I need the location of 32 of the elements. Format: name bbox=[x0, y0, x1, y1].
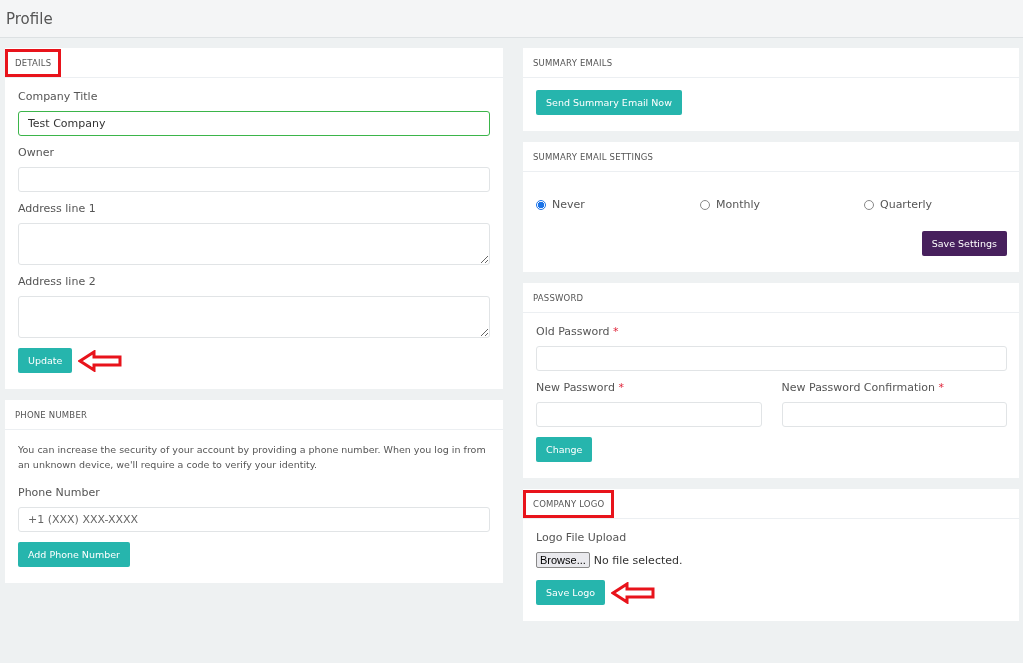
radio-button[interactable] bbox=[536, 199, 546, 210]
radio-label[interactable]: Never bbox=[552, 198, 585, 211]
field-label: Address line 2 bbox=[18, 275, 97, 288]
field-label: Logo File Upload bbox=[536, 531, 628, 544]
input-field[interactable]: Test Company bbox=[18, 111, 490, 136]
submit-button[interactable]: Save Settings bbox=[921, 231, 1007, 256]
input-field[interactable] bbox=[18, 167, 490, 192]
field-label: Old Password * bbox=[536, 325, 620, 338]
radio-label[interactable]: Quarterly bbox=[880, 198, 933, 211]
text-area[interactable] bbox=[18, 296, 490, 338]
input-field[interactable]: +1 (XXX) XXX-XXXX bbox=[18, 507, 490, 532]
password-field[interactable] bbox=[536, 402, 762, 427]
field-label: Phone Number bbox=[18, 486, 101, 499]
section-title: SUMMARY EMAIL SETTINGS bbox=[532, 150, 655, 164]
section-title: DETAILS bbox=[5, 48, 62, 77]
field-label: Owner bbox=[18, 146, 55, 159]
page-title: Profile bbox=[6, 9, 53, 28]
section-title: PHONE NUMBER bbox=[14, 408, 89, 422]
section-title: COMPANY LOGO bbox=[523, 489, 615, 518]
field-label: Address line 1 bbox=[18, 202, 97, 215]
section-title: PASSWORD bbox=[532, 291, 585, 305]
description-text: You can increase the security of your account by providing a phone number. When you log in from an unknown device, we'll require a code to verify your identity. bbox=[18, 443, 487, 472]
text-area[interactable] bbox=[18, 223, 490, 265]
section-title: SUMMARY EMAILS bbox=[532, 56, 614, 70]
field-label: New Password * bbox=[536, 381, 625, 394]
password-field[interactable] bbox=[536, 346, 1007, 371]
browse-button[interactable]: Browse... bbox=[536, 552, 590, 568]
file-status-text: No file selected. bbox=[593, 553, 683, 567]
radio-label[interactable]: Monthly bbox=[716, 198, 761, 211]
password-field[interactable] bbox=[781, 402, 1007, 427]
field-label: Company Title bbox=[18, 90, 99, 103]
field-label: New Password Confirmation * bbox=[781, 381, 946, 394]
